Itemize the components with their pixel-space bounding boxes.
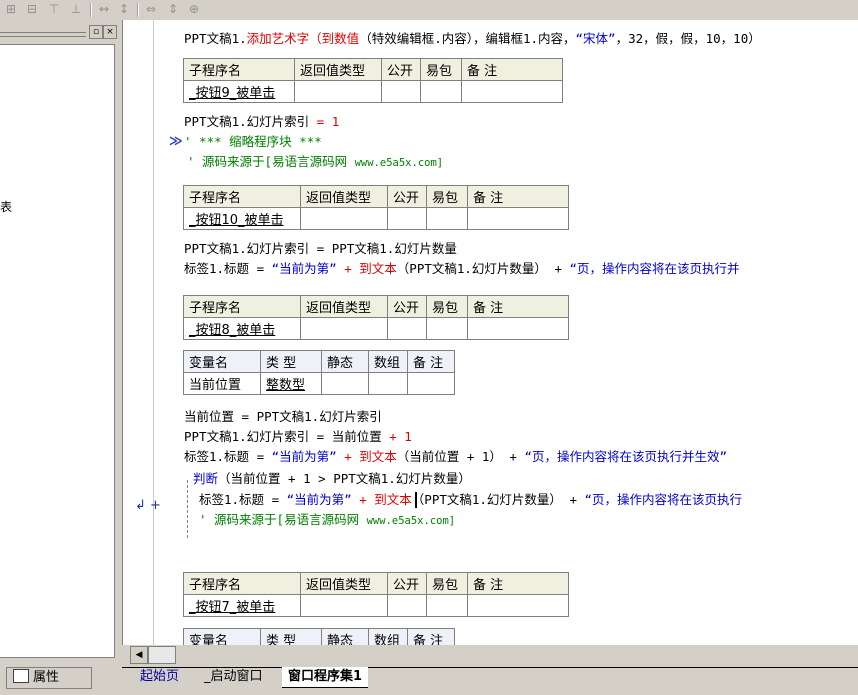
collapsed-block[interactable]: ' *** 缩略程序块 *** [184,132,322,152]
tab-start-page[interactable]: 起始页 [134,667,185,687]
scroll-left-icon[interactable]: ◀ [130,646,148,664]
header-cell: 子程序名 [183,295,301,318]
properties-tab-label: 属性 [33,670,60,685]
variable-name[interactable]: 当前位置 [183,372,261,395]
header-cell: 备 注 [467,295,569,318]
tab-label: 起始页 [140,669,180,684]
same-width-icon[interactable]: ↔ [96,2,112,17]
header-cell: 子程序名 [183,185,301,208]
scroll-thumb[interactable] [148,646,176,664]
header-cell: 类 型 [260,350,322,373]
code-line[interactable]: 标签1.标题 = “当前为第” + 到文本（PPT文稿1.幻灯片数量） + “页… [184,259,740,279]
code-line[interactable]: PPT文稿1.幻灯片索引 = PPT文稿1.幻灯片数量 [184,239,457,259]
code-line[interactable]: 标签1.标题 = “当前为第” + 到文本（PPT文稿1.幻灯片数量） + “页… [199,490,742,510]
subroutine-table: 子程序名 返回值类型 公开 易包 备 注 _按钮10_被单击 [183,185,569,230]
header-cell: 返回值类型 [300,185,388,208]
subroutine-table: 子程序名 返回值类型 公开 易包 备 注 _按钮9_被单击 [183,58,563,103]
flow-line [187,480,188,538]
header-cell: 静态 [321,350,369,373]
close-icon[interactable]: × [103,25,117,39]
tab-label: _启动窗口 [204,669,263,684]
header-cell: 备 注 [467,572,569,595]
header-cell: 备 注 [467,185,569,208]
gutter-markers[interactable]: ↲ + [135,498,161,513]
subroutine-table: 子程序名 返回值类型 公开 易包 备 注 _按钮8_被单击 [183,295,569,340]
header-cell: 易包 [426,295,468,318]
text-cursor [415,492,417,508]
code-line[interactable]: 当前位置 = PPT文稿1.幻灯片索引 [184,407,382,427]
code-line[interactable]: 标签1.标题 = “当前为第” + 到文本（当前位置 + 1） + “页，操作内… [184,447,727,467]
subroutine-name[interactable]: _按钮7_被单击 [189,600,275,615]
header-cell: 子程序名 [183,572,301,595]
header-cell: 变量名 [183,350,261,373]
align-middle-icon[interactable]: ⊥ [68,2,84,17]
left-dock-panel: ▫ × 表 [0,20,122,665]
alignment-toolbar: ⊞ ⊟ ⊤ ⊥ ↔ ↕ ⇔ ⇕ ⊕ [0,0,858,21]
tab-startup-window[interactable]: _启动窗口 [198,667,269,687]
restore-icon[interactable]: ▫ [89,25,103,39]
subroutine-name[interactable]: _按钮9_被单击 [189,86,275,101]
panel-grip[interactable] [0,32,86,37]
code-line[interactable]: 判断（当前位置 + 1 > PPT文稿1.幻灯片数量） [193,469,471,489]
header-cell: 返回值类型 [300,572,388,595]
header-cell: 易包 [426,185,468,208]
panel-header: ▫ × [0,24,118,40]
toolbar-separator [90,3,92,17]
center-icon[interactable]: ⊕ [186,2,202,17]
header-cell: 易包 [426,572,468,595]
header-cell: 数组 [368,350,408,373]
panel-content: 表 [0,44,115,658]
header-cell: 公开 [387,185,427,208]
align-top-icon[interactable]: ⊤ [46,2,62,17]
subroutine-name[interactable]: _按钮8_被单击 [189,323,275,338]
same-height-icon[interactable]: ↕ [116,2,132,17]
header-cell: 公开 [387,572,427,595]
header-cell: 公开 [387,295,427,318]
gutter-divider [153,20,154,645]
header-cell: 备 注 [461,58,563,81]
tab-label: 窗口程序集1 [288,669,363,684]
comment-line[interactable]: ' 源码来源于[易语言源码网 www.e5a5x.com] [199,510,455,531]
panel-partial-text: 表 [0,200,13,214]
code-editor[interactable]: PPT文稿1.添加艺术字（到数值（特效编辑框.内容），编辑框1.内容，“宋体”，… [122,20,858,651]
variable-type[interactable]: 整数型 [266,378,305,393]
code-line[interactable]: PPT文稿1.幻灯片索引 = 1 [184,112,339,132]
header-cell: 备 注 [407,350,455,373]
subroutine-table: 子程序名 返回值类型 公开 易包 备 注 _按钮7_被单击 [183,572,569,617]
expand-marker-icon[interactable]: ≫ [169,134,183,149]
code-line[interactable]: PPT文稿1.幻灯片索引 = 当前位置 + 1 [184,427,412,447]
properties-tab[interactable]: 属性 [6,667,92,689]
variable-table: 变量名 类 型 静态 数组 备 注 当前位置 整数型 [183,350,455,395]
code-line[interactable]: PPT文稿1.添加艺术字（到数值（特效编辑框.内容），编辑框1.内容，“宋体”，… [184,29,761,49]
document-tabs: 起始页 _启动窗口 窗口程序集1 [122,665,858,695]
subroutine-name[interactable]: _按钮10_被单击 [189,213,284,228]
align-center-icon[interactable]: ⊟ [24,2,40,17]
horizontal-scrollbar[interactable]: ◀ [122,645,858,665]
properties-icon [13,669,29,683]
header-cell: 返回值类型 [294,58,382,81]
header-cell: 易包 [420,58,462,81]
comment-line[interactable]: ' 源码来源于[易语言源码网 www.e5a5x.com] [187,152,443,173]
v-space-icon[interactable]: ⇕ [165,2,181,17]
header-cell: 返回值类型 [300,295,388,318]
header-cell: 公开 [381,58,421,81]
header-cell: 子程序名 [183,58,295,81]
align-left-icon[interactable]: ⊞ [3,2,19,17]
toolbar-separator [137,3,139,17]
tab-window-assembly[interactable]: 窗口程序集1 [282,667,369,688]
h-space-icon[interactable]: ⇔ [143,2,159,17]
